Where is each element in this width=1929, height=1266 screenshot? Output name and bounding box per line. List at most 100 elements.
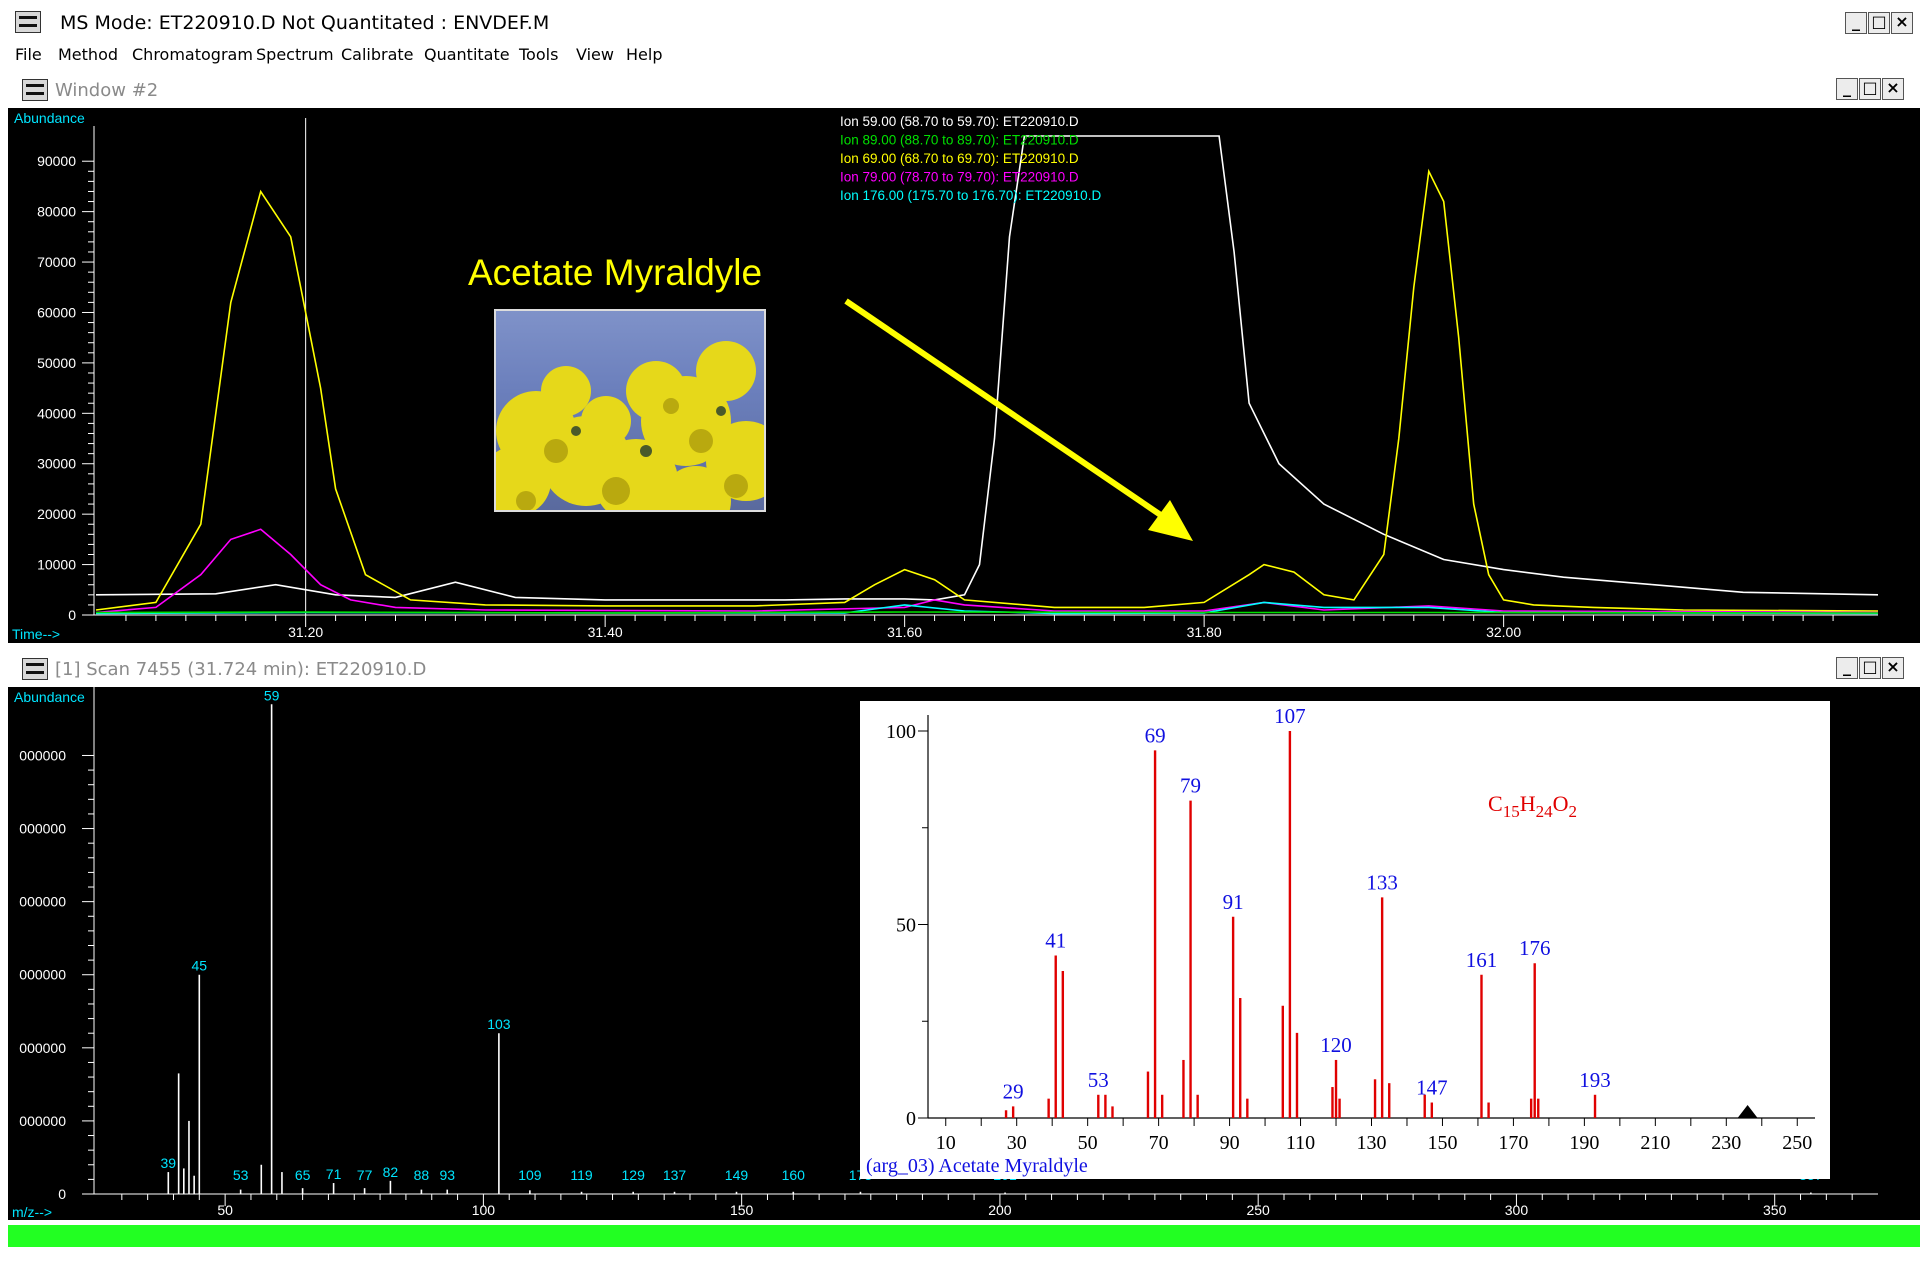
y-axis-label: Abundance bbox=[14, 110, 85, 126]
x-tick-label: 200 bbox=[988, 1202, 1012, 1218]
reference-peak-label: 193 bbox=[1579, 1068, 1611, 1092]
peak-label: 65 bbox=[295, 1167, 311, 1183]
reference-peak-label: 107 bbox=[1274, 704, 1306, 728]
x-tick-label: 150 bbox=[730, 1202, 754, 1218]
chromatogram-minimize-button[interactable]: _ bbox=[1836, 78, 1858, 100]
x-tick-label: 31.60 bbox=[887, 624, 922, 640]
menu-file[interactable]: File bbox=[15, 45, 42, 64]
y-tick-label: 80000 bbox=[37, 204, 76, 220]
reference-peak-label: 69 bbox=[1145, 723, 1166, 747]
series-line-0 bbox=[95, 135, 1879, 601]
x-tick-label: 70 bbox=[1149, 1132, 1169, 1154]
menu-quantitate[interactable]: Quantitate bbox=[424, 45, 510, 64]
flower-photo bbox=[494, 309, 766, 512]
spectrum-window-titlebar: [1] Scan 7455 (31.724 min): ET220910.D _… bbox=[8, 651, 1920, 687]
x-tick-label: 32.00 bbox=[1486, 624, 1521, 640]
peak-label: 45 bbox=[192, 958, 208, 974]
x-tick-label: 190 bbox=[1569, 1132, 1599, 1154]
x-tick-label: 50 bbox=[1078, 1132, 1098, 1154]
reference-spectrum-inset: 0 50 100 10 30 50 70 90 110 130 150 170 190 210 230 250… bbox=[860, 701, 1830, 1179]
close-button[interactable]: × bbox=[1891, 12, 1913, 34]
x-tick-label: 31.20 bbox=[288, 624, 323, 640]
y-tick-label: 0 bbox=[68, 607, 76, 623]
peak-label: 39 bbox=[161, 1155, 177, 1171]
menu-view[interactable]: View bbox=[576, 45, 614, 64]
legend-entry-0: Ion 59.00 (58.70 to 59.70): ET220910.D bbox=[840, 114, 1079, 129]
x-tick-label: 110 bbox=[1286, 1132, 1315, 1154]
menu-chromatogram[interactable]: Chromatogram bbox=[132, 45, 253, 64]
x-tick-label: 31.80 bbox=[1187, 624, 1222, 640]
y-tick-label: 000000 bbox=[19, 747, 66, 763]
chromatogram-maximize-button[interactable]: □ bbox=[1859, 78, 1881, 100]
x-axis-label: m/z--> bbox=[12, 1204, 52, 1220]
series-line-3 bbox=[95, 528, 1879, 614]
peak-label: 103 bbox=[487, 1016, 511, 1032]
menu-tools[interactable]: Tools bbox=[519, 45, 558, 64]
reference-spectrum-plot: 0 50 100 10 30 50 70 90 110 130 150 170 190 210 230 250… bbox=[866, 704, 1815, 1177]
reference-peak-label: 53 bbox=[1088, 1068, 1109, 1092]
y-tick-label: 30000 bbox=[37, 456, 76, 472]
spectrum-maximize-button[interactable]: □ bbox=[1859, 657, 1881, 679]
y-tick-label: 60000 bbox=[37, 304, 76, 320]
menu-bar: File Method Chromatogram Spectrum Calibr… bbox=[0, 40, 1929, 70]
legend-entry-3: Ion 79.00 (78.70 to 79.70): ET220910.D bbox=[840, 170, 1079, 185]
y-tick-label: 40000 bbox=[37, 405, 76, 421]
y-tick-label: 000000 bbox=[19, 1040, 66, 1056]
y-axis-label: Abundance bbox=[14, 689, 85, 705]
spectrum-minimize-button[interactable]: _ bbox=[1836, 657, 1858, 679]
app-icon bbox=[15, 11, 41, 33]
minimize-button[interactable]: _ bbox=[1845, 12, 1867, 34]
y-tick-label: 000000 bbox=[19, 821, 66, 837]
app-title: MS Mode: ET220910.D Not Quantitated : EN… bbox=[60, 12, 550, 34]
x-axis-label: Time--> bbox=[12, 626, 60, 642]
window-icon bbox=[22, 79, 48, 101]
y-tick-label: 0 bbox=[906, 1108, 916, 1130]
menu-spectrum[interactable]: Spectrum bbox=[256, 45, 334, 64]
y-tick-label: 20000 bbox=[37, 506, 76, 522]
status-bar bbox=[8, 1225, 1920, 1247]
x-tick-label: 230 bbox=[1711, 1132, 1741, 1154]
peak-label: 77 bbox=[357, 1167, 373, 1183]
peak-label: 71 bbox=[326, 1166, 342, 1182]
x-tick-label: 90 bbox=[1220, 1132, 1240, 1154]
peak-label: 59 bbox=[264, 687, 280, 703]
x-tick-label: 210 bbox=[1640, 1132, 1670, 1154]
legend-entry-2: Ion 69.00 (68.70 to 69.70): ET220910.D bbox=[840, 151, 1079, 166]
peak-label: 93 bbox=[439, 1167, 455, 1183]
x-tick-label: 170 bbox=[1498, 1132, 1528, 1154]
y-tick-label: 0 bbox=[58, 1186, 66, 1202]
peak-label: 129 bbox=[622, 1167, 646, 1183]
legend-entry-4: Ion 176.00 (175.70 to 176.70): ET220910.… bbox=[840, 188, 1101, 203]
y-tick-label: 000000 bbox=[19, 967, 66, 983]
peak-label: 88 bbox=[414, 1167, 430, 1183]
y-tick-label: 100 bbox=[886, 721, 916, 743]
menu-help[interactable]: Help bbox=[626, 45, 662, 64]
x-tick-label: 150 bbox=[1427, 1132, 1457, 1154]
chromatogram-panel: Abundance Time--> 90000 80000 70000 60000 5000… bbox=[8, 108, 1920, 643]
spectrum-panel: Abundance m/z--> 000000 000000 000000 000000 0… bbox=[8, 687, 1920, 1220]
reference-peak-label: 161 bbox=[1466, 948, 1498, 972]
x-tick-label: 100 bbox=[472, 1202, 496, 1218]
y-tick-label: 10000 bbox=[37, 557, 76, 573]
maximize-button[interactable]: □ bbox=[1868, 12, 1890, 34]
x-tick-label: 250 bbox=[1782, 1132, 1812, 1154]
x-tick-label: 31.40 bbox=[588, 624, 623, 640]
x-tick-label: 250 bbox=[1246, 1202, 1270, 1218]
spectrum-close-button[interactable]: × bbox=[1882, 657, 1904, 679]
reference-peak-label: 41 bbox=[1045, 928, 1066, 952]
spectrum-window-icon bbox=[22, 658, 48, 680]
reference-caption: (arg_03) Acetate Myraldyle bbox=[866, 1155, 1088, 1177]
x-tick-label: 350 bbox=[1763, 1202, 1787, 1218]
menu-calibrate[interactable]: Calibrate bbox=[341, 45, 414, 64]
chromatogram-plot[interactable]: Abundance Time--> 90000 80000 70000 60000 5000… bbox=[8, 108, 1920, 643]
chromatogram-close-button[interactable]: × bbox=[1882, 78, 1904, 100]
reference-peak-label: 147 bbox=[1416, 1076, 1448, 1100]
x-tick-label: 10 bbox=[936, 1132, 956, 1154]
menu-method[interactable]: Method bbox=[58, 45, 118, 64]
peak-label: 137 bbox=[663, 1167, 687, 1183]
annotation-arrowhead bbox=[1148, 500, 1193, 541]
peak-label: 119 bbox=[570, 1167, 593, 1183]
y-tick-label: 90000 bbox=[37, 153, 76, 169]
peak-label: 160 bbox=[782, 1167, 806, 1183]
app-title-bar: MS Mode: ET220910.D Not Quantitated : EN… bbox=[0, 4, 1929, 40]
